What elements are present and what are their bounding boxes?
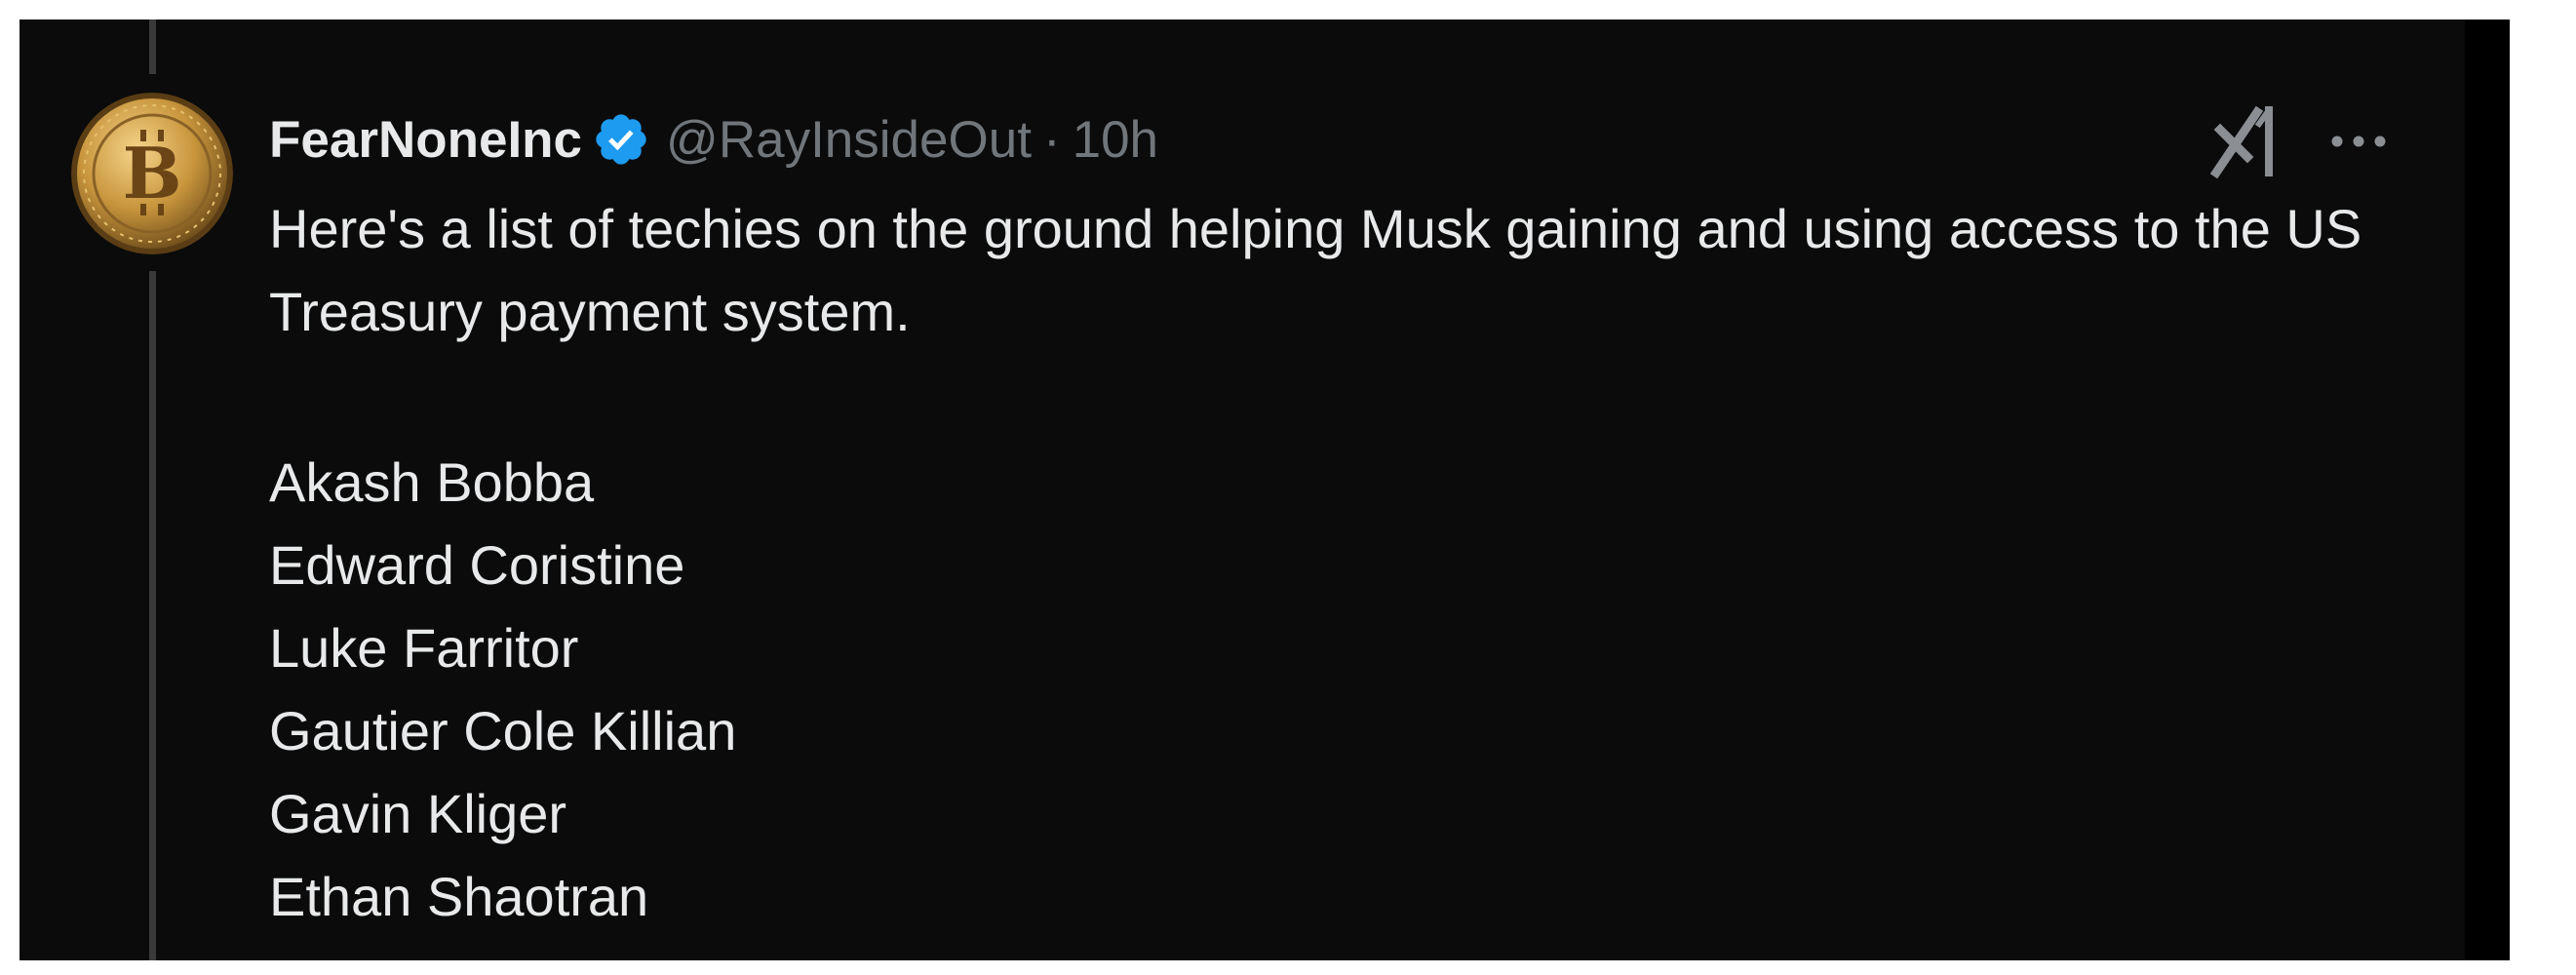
separator-dot: · [1042, 110, 1061, 169]
scrollbar-gutter [2465, 20, 2510, 960]
list-item: Akash Bobba [269, 451, 595, 513]
list-item: Ethan Shaotran [269, 866, 649, 927]
list-item: Gautier Cole Killian [269, 700, 737, 761]
display-name[interactable]: FearNoneInc [269, 110, 582, 170]
tweet-header: FearNoneInc @RayInsideOut · 10h [269, 96, 1158, 183]
verified-badge-icon[interactable] [592, 110, 650, 169]
handle[interactable]: @RayInsideOut [666, 110, 1032, 170]
avatar[interactable]: B [71, 93, 233, 254]
tweet-text: Here's a list of techies on the ground h… [269, 187, 2453, 353]
grok-icon[interactable] [2208, 102, 2286, 180]
list-item: Luke Farritor [269, 617, 579, 679]
timestamp[interactable]: 10h [1073, 110, 1158, 170]
tweet-body-text: Here's a list of techies on the ground h… [269, 198, 2362, 342]
names-list: Akash Bobba Edward Coristine Luke Farrit… [269, 441, 736, 938]
thread-line-top [149, 20, 156, 74]
bitcoin-coin-avatar-icon: B [71, 93, 233, 254]
list-item: Edward Coristine [269, 534, 685, 596]
tweet-card[interactable]: B FearNoneInc @RayInsideOut · 10h Here's… [20, 20, 2510, 960]
svg-text:B: B [123, 132, 182, 214]
thread-line-bottom [149, 271, 156, 960]
list-item: Gavin Kliger [269, 783, 567, 844]
more-options-icon[interactable] [2324, 117, 2393, 166]
